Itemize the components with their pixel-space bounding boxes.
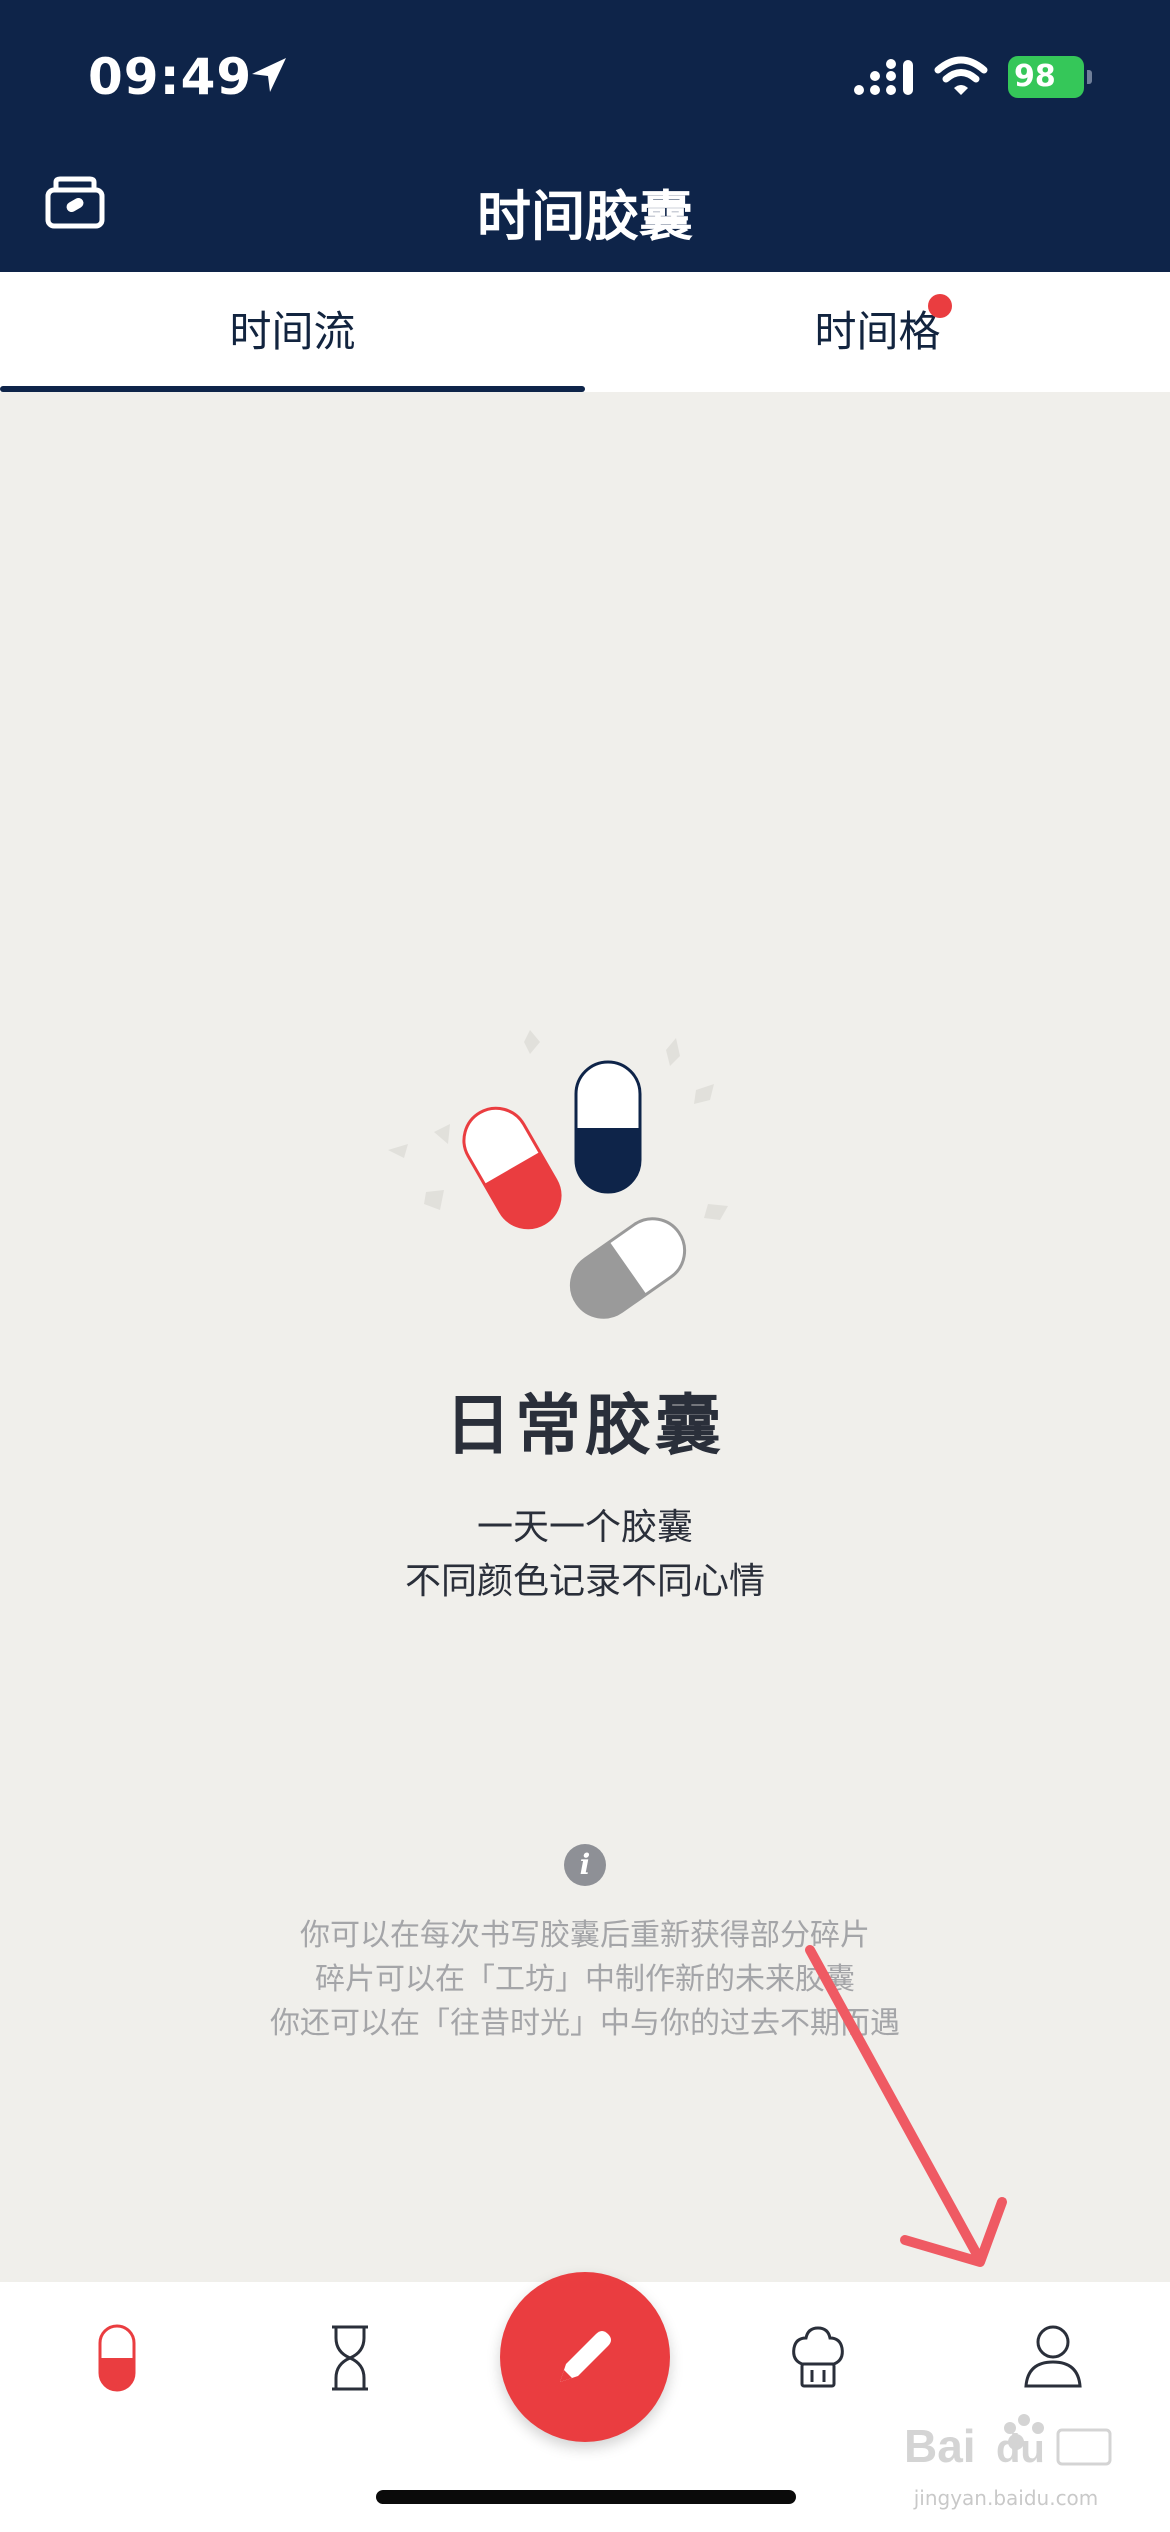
pencil-icon <box>560 2331 611 2382</box>
info-icon: i <box>564 1844 606 1886</box>
baidu-watermark-logo: Bai du <box>904 2414 1112 2472</box>
battery-level: 98 <box>1014 59 1056 94</box>
empty-state-line: 不同颜色记录不同心情 <box>404 1561 765 1602</box>
empty-state-line: 一天一个胶囊 <box>476 1507 693 1548</box>
chef-hat-icon[interactable] <box>790 2326 846 2390</box>
svg-text:du: du <box>996 2427 1045 2471</box>
tab-time-stream[interactable]: 时间流 <box>0 272 585 392</box>
empty-state-title: 日常胶囊 <box>445 1387 725 1464</box>
home-indicator <box>376 2490 796 2504</box>
location-arrow-icon <box>252 58 286 92</box>
capsules-illustration <box>388 1030 728 1319</box>
capsule-icon[interactable] <box>98 2324 136 2392</box>
hourglass-icon[interactable] <box>330 2324 370 2392</box>
battery-tip <box>1087 70 1092 84</box>
app-header: 09:49 98 时间胶囊 <box>0 0 1170 272</box>
status-time: 09:49 <box>88 48 253 106</box>
cellular-signal-icon <box>854 59 913 95</box>
svg-text:Bai: Bai <box>904 2420 976 2472</box>
segment-tabs: 时间流 时间格 <box>0 272 1170 392</box>
active-tab-indicator <box>0 386 585 392</box>
notification-dot <box>928 294 952 318</box>
battery-indicator: 98 <box>1008 56 1084 98</box>
user-icon[interactable] <box>1022 2322 1084 2388</box>
wifi-icon <box>934 56 988 95</box>
annotation-arrow-icon <box>805 1945 1007 2267</box>
watermark-url: jingyan.baidu.com <box>913 2486 1099 2510</box>
compose-button[interactable] <box>500 2272 670 2442</box>
tab-time-grid[interactable]: 时间格 <box>585 272 1170 392</box>
tab-label: 时间格 <box>814 307 941 356</box>
page-title: 时间胶囊 <box>477 185 693 248</box>
tab-label: 时间流 <box>229 307 356 356</box>
